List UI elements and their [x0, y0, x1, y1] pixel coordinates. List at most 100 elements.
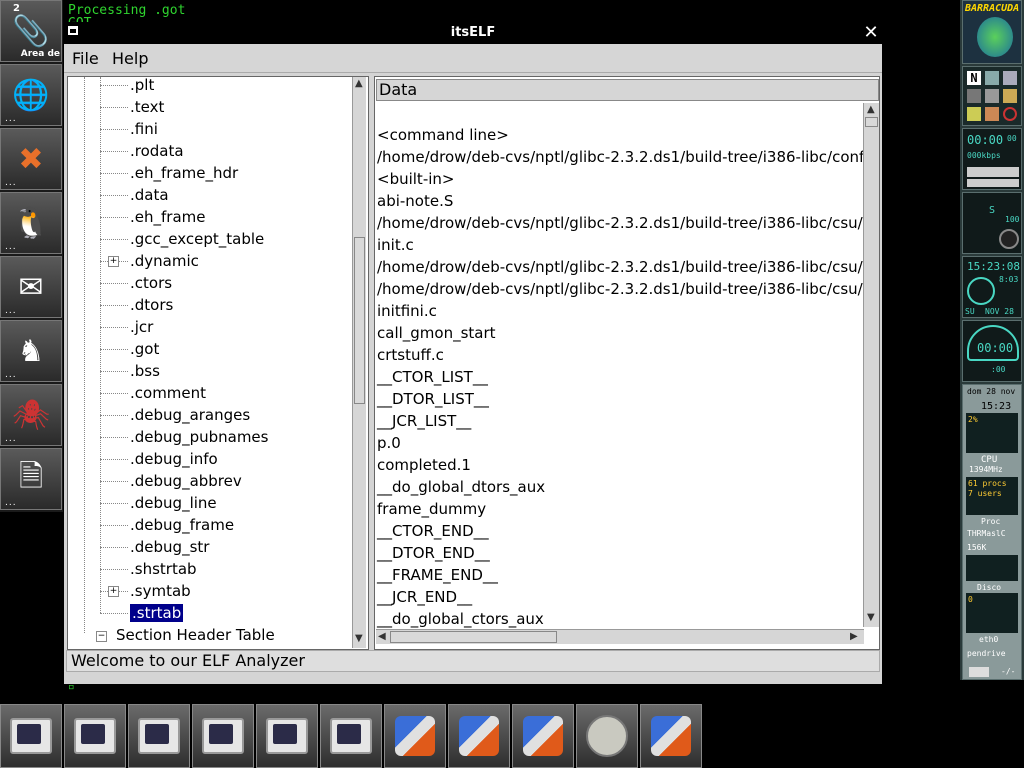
data-column-header[interactable]: Data: [376, 79, 879, 101]
close-icon[interactable]: ✕: [862, 23, 880, 42]
menu-help[interactable]: Help: [112, 49, 148, 68]
tree-node[interactable]: .jcr: [130, 317, 153, 337]
barracuda-applet[interactable]: BARRACUDA: [962, 0, 1022, 64]
taskbar-button[interactable]: [384, 704, 446, 768]
tree-vertical-scrollbar[interactable]: ▲ ▼: [352, 77, 366, 648]
data-row[interactable]: /home/drow/deb-cvs/nptl/glibc-2.3.2.ds1/…: [377, 212, 879, 234]
data-row[interactable]: crtstuff.c: [377, 344, 444, 366]
data-row[interactable]: __DTOR_END__: [377, 542, 490, 564]
volume-applet[interactable]: S 100: [962, 192, 1022, 254]
data-row[interactable]: __CTOR_END__: [377, 520, 489, 542]
data-horizontal-scrollbar[interactable]: ◀ ▶: [376, 629, 864, 644]
app-icon[interactable]: [1003, 71, 1017, 85]
menu-file[interactable]: File: [72, 49, 99, 68]
tree-node[interactable]: .debug_pubnames: [130, 427, 268, 447]
document-dock-tile[interactable]: 🗎 ...: [0, 448, 62, 510]
tree-node[interactable]: .debug_str: [130, 537, 209, 557]
app-icon[interactable]: [967, 107, 981, 121]
tree-node[interactable]: .debug_line: [130, 493, 217, 513]
knight-dock-tile[interactable]: ♞ ...: [0, 320, 62, 382]
taskbar-button[interactable]: [640, 704, 702, 768]
tree-node[interactable]: .eh_frame_hdr: [130, 163, 238, 183]
tree-node[interactable]: .debug_abbrev: [130, 471, 242, 491]
data-row[interactable]: <command line>: [377, 124, 509, 146]
tree-node[interactable]: .symtab: [130, 581, 191, 601]
mp3-player-applet[interactable]: 00:00 00 000kbps: [962, 128, 1022, 190]
expand-icon[interactable]: +: [108, 586, 119, 597]
tree-node[interactable]: .comment: [130, 383, 206, 403]
app-icon[interactable]: [1003, 107, 1017, 121]
scroll-down-arrow-icon[interactable]: ▼: [355, 634, 363, 644]
data-row[interactable]: /home/drow/deb-cvs/nptl/glibc-2.3.2.ds1/…: [377, 146, 879, 168]
data-row[interactable]: __CTOR_LIST__: [377, 366, 488, 388]
data-row[interactable]: init.c: [377, 234, 414, 256]
netscape-icon[interactable]: N: [967, 71, 981, 85]
xchat-dock-tile[interactable]: ✖ ...: [0, 128, 62, 190]
system-monitor-applet[interactable]: dom 28 nov 15:23 2% CPU 1394MHz 61 procs…: [962, 384, 1022, 680]
tree-node[interactable]: .debug_frame: [130, 515, 234, 535]
tree-node[interactable]: .data: [130, 185, 169, 205]
expand-icon[interactable]: +: [108, 256, 119, 267]
tree-node[interactable]: .strtab: [128, 603, 185, 623]
mail-icon[interactable]: [969, 667, 989, 677]
tree-node[interactable]: .dtors: [130, 295, 173, 315]
data-vscroll-thumb[interactable]: [865, 117, 878, 127]
taskbar-button[interactable]: [448, 704, 510, 768]
taskbar-button[interactable]: [512, 704, 574, 768]
data-row[interactable]: __do_global_ctors_aux: [377, 608, 544, 630]
scroll-left-arrow-icon[interactable]: ◀: [378, 632, 386, 642]
tree-node[interactable]: .dynamic: [130, 251, 199, 271]
taskbar-button[interactable]: [192, 704, 254, 768]
taskbar-button[interactable]: [256, 704, 318, 768]
firefox-dock-tile[interactable]: 🌐 ...: [0, 64, 62, 126]
player-buttons[interactable]: [967, 179, 1019, 187]
spider-dock-tile[interactable]: 🕷 ...: [0, 384, 62, 446]
app-icon[interactable]: [985, 107, 999, 121]
tree-node[interactable]: .debug_aranges: [130, 405, 250, 425]
tree-node[interactable]: .gcc_except_table: [130, 229, 264, 249]
data-row[interactable]: frame_dummy: [377, 498, 486, 520]
scroll-up-arrow-icon[interactable]: ▲: [867, 105, 875, 115]
volume-knob[interactable]: [999, 229, 1019, 249]
taskbar-button[interactable]: [320, 704, 382, 768]
tree-node[interactable]: .bss: [130, 361, 160, 381]
tree-node[interactable]: .got: [130, 339, 159, 359]
data-row[interactable]: <built-in>: [377, 168, 454, 190]
taskbar-button[interactable]: [0, 704, 62, 768]
tree-node[interactable]: .rodata: [130, 141, 184, 161]
data-hscroll-thumb[interactable]: [390, 631, 557, 643]
tree-node[interactable]: .fini: [130, 119, 158, 139]
data-vertical-scrollbar[interactable]: ▲ ▼: [863, 103, 879, 627]
mail-dock-tile[interactable]: ✉ ...: [0, 256, 62, 318]
tree-node-section-header-table[interactable]: Section Header Table: [116, 625, 275, 645]
scroll-up-arrow-icon[interactable]: ▲: [355, 79, 363, 89]
scroll-down-arrow-icon[interactable]: ▼: [867, 613, 875, 623]
tree-node[interactable]: .eh_frame: [130, 207, 205, 227]
data-row[interactable]: initfini.c: [377, 300, 437, 322]
tree-scroll-thumb[interactable]: [354, 237, 365, 404]
scroll-right-arrow-icon[interactable]: ▶: [850, 632, 858, 642]
tree-node[interactable]: .shstrtab: [130, 559, 197, 579]
tree-node[interactable]: .ctors: [130, 273, 172, 293]
tux-dock-tile[interactable]: 🐧 ...: [0, 192, 62, 254]
data-row[interactable]: p.0: [377, 432, 401, 454]
taskbar-button[interactable]: [576, 704, 638, 768]
tree-node[interactable]: .debug_info: [130, 449, 218, 469]
data-row[interactable]: __DTOR_LIST__: [377, 388, 489, 410]
paperclip-dock-tile[interactable]: 2 📎 Area de: [0, 0, 62, 62]
clock-applet[interactable]: 15:23:08 8:03 SU NOV 28: [962, 256, 1022, 318]
app-icon[interactable]: [985, 89, 999, 103]
player-controls[interactable]: [967, 167, 1019, 177]
window-titlebar[interactable]: itsELF ✕: [64, 22, 882, 44]
collapse-icon[interactable]: −: [96, 631, 107, 642]
app-icon[interactable]: [985, 71, 999, 85]
tree-node[interactable]: .text: [130, 97, 164, 117]
data-row[interactable]: __do_global_dtors_aux: [377, 476, 545, 498]
data-row[interactable]: abi-note.S: [377, 190, 453, 212]
data-row[interactable]: /home/drow/deb-cvs/nptl/glibc-2.3.2.ds1/…: [377, 278, 879, 300]
launcher-grid-applet[interactable]: N: [962, 66, 1022, 126]
data-row[interactable]: __JCR_LIST__: [377, 410, 471, 432]
app-icon[interactable]: [1003, 89, 1017, 103]
data-row[interactable]: /home/drow/deb-cvs/nptl/glibc-2.3.2.ds1/…: [377, 256, 879, 278]
data-row[interactable]: completed.1: [377, 454, 471, 476]
